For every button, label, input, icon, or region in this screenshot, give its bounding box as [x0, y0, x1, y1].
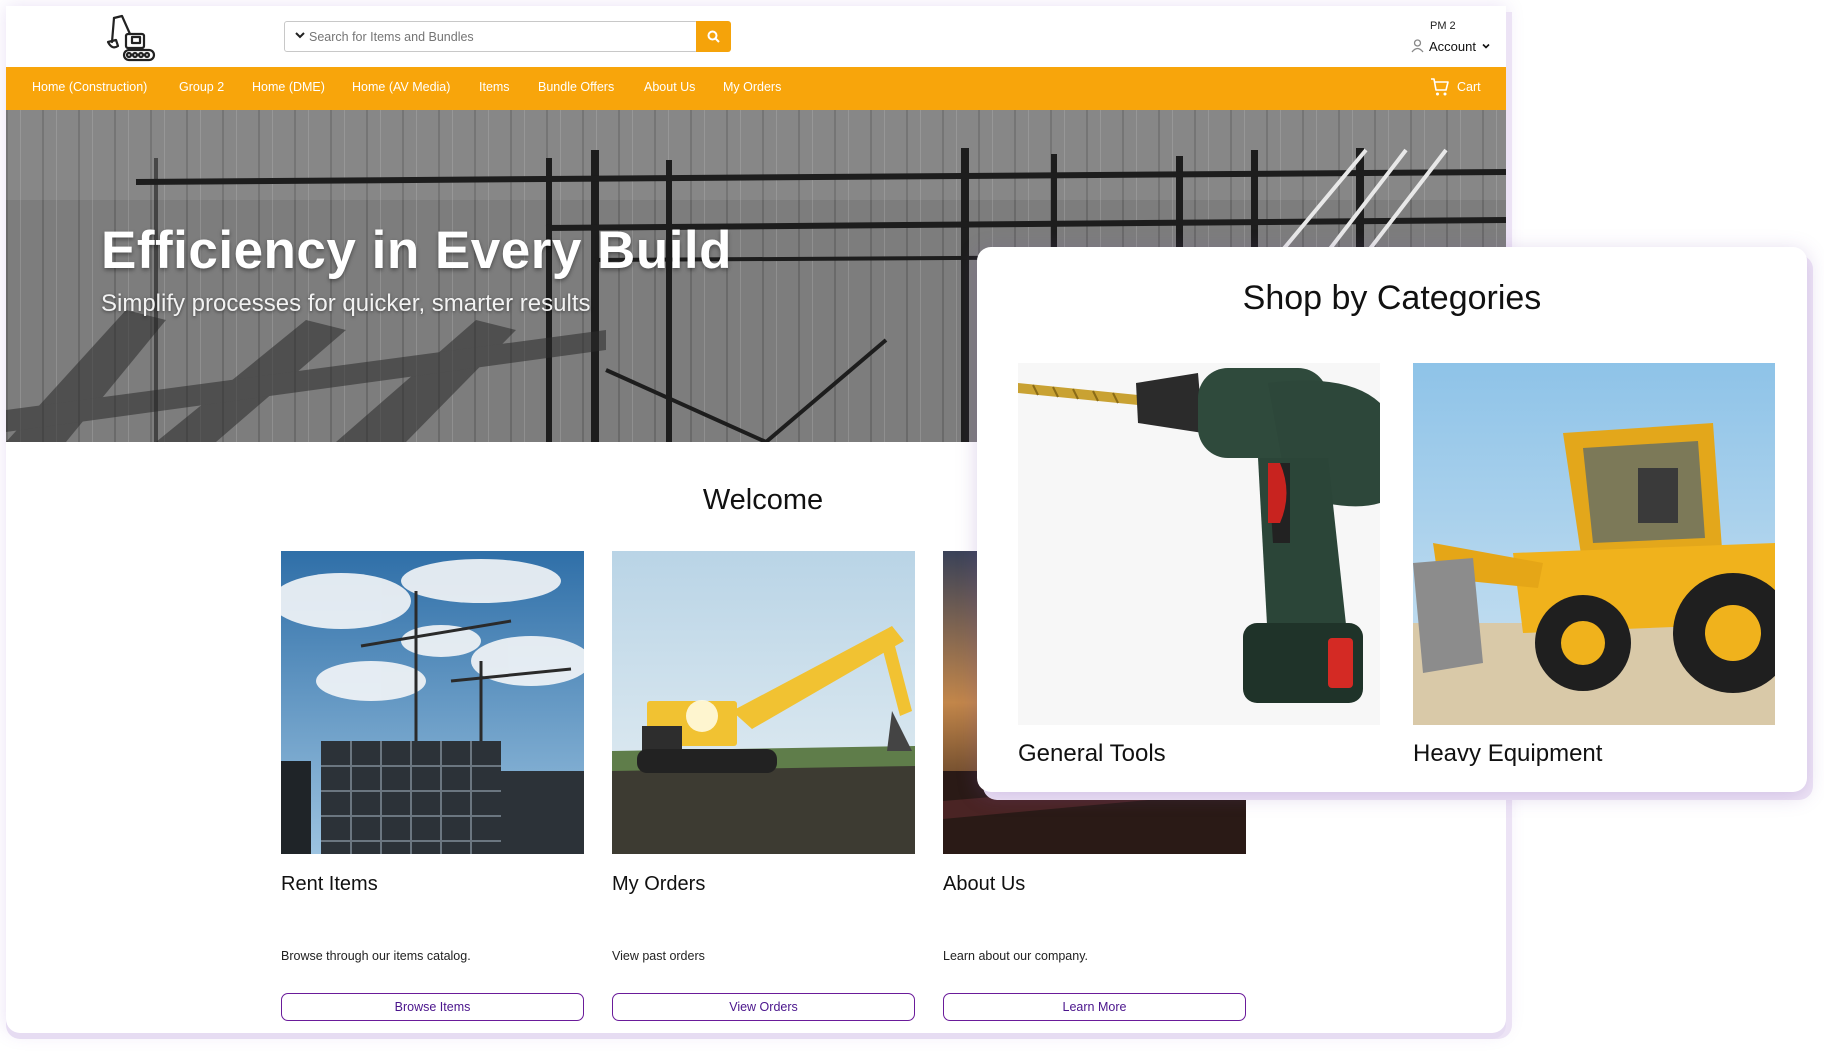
- main-nav: Home (Construction) Group 2 Home (DME) H…: [6, 67, 1506, 110]
- nav-item-items[interactable]: Items: [479, 80, 510, 94]
- search-input[interactable]: [309, 26, 689, 48]
- cart-label: Cart: [1457, 80, 1481, 94]
- search-button[interactable]: [696, 21, 731, 52]
- nav-item-home-av-media[interactable]: Home (AV Media): [352, 80, 450, 94]
- hero-subtitle: Simplify processes for quicker, smarter …: [101, 290, 591, 317]
- categories-heading: Shop by Categories: [1242, 279, 1542, 317]
- nav-item-bundle-offers[interactable]: Bundle Offers: [538, 80, 614, 94]
- nav-item-home-dme[interactable]: Home (DME): [252, 80, 325, 94]
- card-title: About Us: [943, 873, 1026, 895]
- top-bar: PM 2 Account: [6, 6, 1506, 67]
- excavator-logo-icon[interactable]: [104, 12, 158, 64]
- card-title: My Orders: [612, 873, 706, 895]
- learn-more-button[interactable]: Learn More: [943, 993, 1246, 1021]
- nav-item-about-us[interactable]: About Us: [644, 80, 695, 94]
- general-tools-image[interactable]: [1018, 363, 1380, 725]
- card-title: Rent Items: [281, 873, 378, 895]
- user-icon: [1411, 39, 1424, 53]
- nav-item-home-construction[interactable]: Home (Construction): [32, 80, 147, 94]
- card-description: View past orders: [612, 949, 705, 963]
- card-description: Browse through our items catalog.: [281, 949, 471, 963]
- category-label[interactable]: Heavy Equipment: [1413, 740, 1602, 768]
- category-label[interactable]: General Tools: [1018, 740, 1166, 768]
- stage: PM 2 Account Home (Construction) Group 2…: [0, 0, 1824, 1052]
- search-box[interactable]: [284, 21, 698, 52]
- cart-icon: [1431, 78, 1449, 96]
- my-orders-image: [612, 551, 915, 854]
- categories-panel: Shop by Categories General Tools Heavy E…: [977, 247, 1807, 792]
- browse-items-button[interactable]: Browse Items: [281, 993, 584, 1021]
- nav-item-group-2[interactable]: Group 2: [179, 80, 224, 94]
- card-description: Learn about our company.: [943, 949, 1089, 963]
- cart-link[interactable]: Cart: [1430, 75, 1481, 99]
- search-icon: [707, 30, 720, 43]
- rent-items-image: [281, 551, 584, 854]
- chevron-down-icon[interactable]: [294, 29, 306, 41]
- heavy-equipment-image[interactable]: [1413, 363, 1775, 725]
- account-menu[interactable]: Account: [1411, 37, 1491, 55]
- nav-item-my-orders[interactable]: My Orders: [723, 80, 781, 94]
- hero-title: Efficiency in Every Build: [101, 221, 733, 280]
- account-label: Account: [1429, 38, 1476, 54]
- view-orders-button[interactable]: View Orders: [612, 993, 915, 1021]
- account-user-name: PM 2: [1430, 20, 1456, 32]
- chevron-down-icon: [1482, 43, 1490, 49]
